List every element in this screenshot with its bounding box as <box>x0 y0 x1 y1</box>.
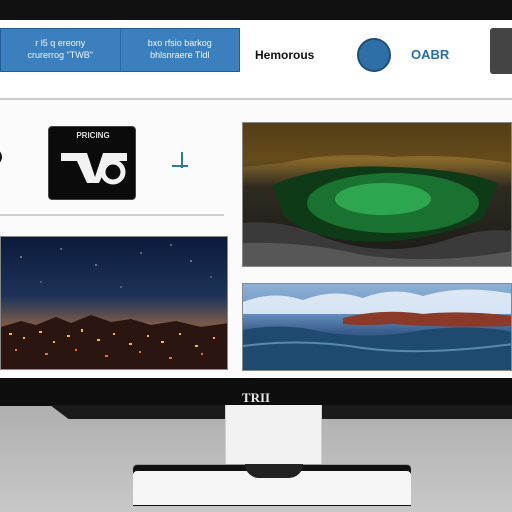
lagoon-art <box>243 123 511 266</box>
header-side-button[interactable] <box>490 28 512 74</box>
nav-item-2[interactable]: bxo rfsio barkog bhlsnraere Tldl <box>121 29 240 71</box>
lagoon-image[interactable] <box>242 122 512 267</box>
logo-mark-icon <box>61 153 127 185</box>
panel-divider <box>0 214 224 216</box>
nav-item-1-line-1: r l5 q ereony <box>35 38 86 48</box>
night-city-image[interactable] <box>0 236 228 370</box>
nav-item-2-line-2: bhlsnraere Tldl <box>150 50 210 60</box>
night-city-art <box>1 244 227 369</box>
add-icon[interactable] <box>170 150 190 170</box>
logo-top-text: PRICING <box>76 131 110 140</box>
nav-bar: r l5 q ereony crurerrog "TWB" bxo rfsio … <box>0 28 240 72</box>
header-link[interactable]: OABR <box>411 47 449 62</box>
stand-joint <box>245 464 303 478</box>
brand-title: Hemorous <box>255 48 315 62</box>
profile-circle-icon[interactable] <box>357 38 391 72</box>
nav-item-2-line-1: bxo rfsio barkog <box>147 38 212 48</box>
app-logo-tile[interactable]: PRICING <box>48 126 136 200</box>
seascape-image[interactable] <box>242 283 512 371</box>
nav-item-1[interactable]: r l5 q ereony crurerrog "TWB" <box>1 29 121 71</box>
wifi-icon <box>0 151 2 163</box>
monitor-top-bezel <box>0 0 512 20</box>
monitor-bottom-bezel: TRII <box>0 378 512 406</box>
monitor-screen: r l5 q ereony crurerrog "TWB" bxo rfsio … <box>0 20 512 378</box>
page-header: r l5 q ereony crurerrog "TWB" bxo rfsio … <box>0 20 512 100</box>
seascape-art <box>243 289 511 370</box>
monitor-brand: TRII <box>241 390 271 405</box>
stand-neck <box>225 405 322 470</box>
nav-item-1-line-2: crurerrog "TWB" <box>27 50 93 60</box>
